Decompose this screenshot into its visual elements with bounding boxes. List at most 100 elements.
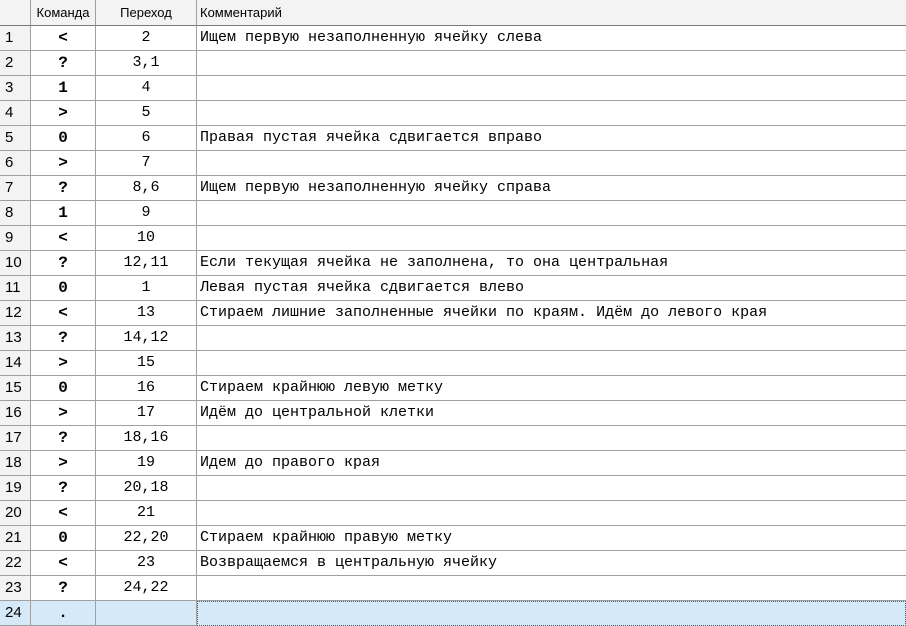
command-cell[interactable]: >: [31, 351, 96, 376]
command-cell[interactable]: 1: [31, 201, 96, 226]
jump-cell[interactable]: 7: [96, 151, 197, 176]
comment-cell[interactable]: Идем до правого края: [197, 451, 906, 476]
comment-cell[interactable]: Если текущая ячейка не заполнена, то она…: [197, 251, 906, 276]
jump-cell[interactable]: 22,20: [96, 526, 197, 551]
comment-cell[interactable]: Возвращаемся в центральную ячейку: [197, 551, 906, 576]
comment-cell[interactable]: Ищем первую незаполненную ячейку справа: [197, 176, 906, 201]
command-cell[interactable]: 0: [31, 276, 96, 301]
table-row[interactable]: 22 <23 Возвращаемся в центральную ячейку: [0, 551, 906, 576]
jump-cell[interactable]: 23: [96, 551, 197, 576]
comment-cell[interactable]: [197, 151, 906, 176]
table-row[interactable]: 7? 8,6 Ищем первую незаполненную ячейку сп…: [0, 176, 906, 201]
table-row[interactable]: 24.: [0, 601, 906, 626]
comment-cell[interactable]: [197, 101, 906, 126]
command-cell[interactable]: 0: [31, 126, 96, 151]
jump-cell[interactable]: 19: [96, 451, 197, 476]
comment-cell[interactable]: [197, 601, 906, 626]
comment-cell[interactable]: Ищем первую незаполненную ячейку слева: [197, 26, 906, 51]
jump-cell[interactable]: 8,6: [96, 176, 197, 201]
comment-cell[interactable]: Стираем лишние заполненные ячейки по кра…: [197, 301, 906, 326]
jump-cell[interactable]: 9: [96, 201, 197, 226]
table-row[interactable]: 1 <2 Ищем первую незаполненную ячейку слев…: [0, 26, 906, 51]
command-cell[interactable]: ?: [31, 576, 96, 601]
table-row[interactable]: 23? 24,22: [0, 576, 906, 601]
command-cell[interactable]: >: [31, 151, 96, 176]
command-cell[interactable]: >: [31, 401, 96, 426]
jump-cell[interactable]: 18,16: [96, 426, 197, 451]
command-cell[interactable]: <: [31, 26, 96, 51]
jump-cell[interactable]: 15: [96, 351, 197, 376]
comment-cell[interactable]: Левая пустая ячейка сдвигается влево: [197, 276, 906, 301]
table-row[interactable]: 12 <13 Стираем лишние заполненные ячейки п…: [0, 301, 906, 326]
comment-cell[interactable]: Идём до центральной клетки: [197, 401, 906, 426]
jump-cell[interactable]: 16: [96, 376, 197, 401]
command-cell[interactable]: .: [31, 601, 96, 626]
jump-cell[interactable]: 10: [96, 226, 197, 251]
comment-cell[interactable]: [197, 76, 906, 101]
table-row[interactable]: 18 >19 Идем до правого края: [0, 451, 906, 476]
jump-cell[interactable]: 12,11: [96, 251, 197, 276]
comment-cell[interactable]: [197, 576, 906, 601]
comment-cell[interactable]: Правая пустая ячейка сдвигается вправо: [197, 126, 906, 151]
command-cell[interactable]: ?: [31, 426, 96, 451]
table-row[interactable]: 819: [0, 201, 906, 226]
table-row[interactable]: 2? 3,1: [0, 51, 906, 76]
table-row[interactable]: 5 0 6 Правая пустая ячейка сдвигается вправ…: [0, 126, 906, 151]
command-column-header[interactable]: Команда: [31, 0, 96, 26]
program-table: Команда Переход Комментарий 1 <2 Ищем перв…: [0, 0, 906, 626]
jump-cell[interactable]: 4: [96, 76, 197, 101]
comment-cell[interactable]: [197, 501, 906, 526]
comment-cell[interactable]: [197, 426, 906, 451]
table-row[interactable]: 13? 14,12: [0, 326, 906, 351]
command-cell[interactable]: ?: [31, 176, 96, 201]
comment-cell[interactable]: [197, 476, 906, 501]
comment-cell[interactable]: [197, 201, 906, 226]
jump-cell[interactable]: 20,18: [96, 476, 197, 501]
command-cell[interactable]: ?: [31, 51, 96, 76]
jump-cell[interactable]: 6: [96, 126, 197, 151]
table-row[interactable]: 10? 12,11 Если текущая ячейка не заполнена…: [0, 251, 906, 276]
jump-cell[interactable]: 2: [96, 26, 197, 51]
command-cell[interactable]: <: [31, 551, 96, 576]
jump-cell[interactable]: 17: [96, 401, 197, 426]
jump-cell[interactable]: [96, 601, 197, 626]
jump-cell[interactable]: 21: [96, 501, 197, 526]
table-row[interactable]: 314: [0, 76, 906, 101]
comment-cell[interactable]: [197, 351, 906, 376]
comment-cell[interactable]: [197, 326, 906, 351]
jump-column-header[interactable]: Переход: [96, 0, 197, 26]
comment-cell[interactable]: [197, 51, 906, 76]
jump-cell[interactable]: 24,22: [96, 576, 197, 601]
comment-cell[interactable]: Стираем крайнюю правую метку: [197, 526, 906, 551]
command-cell[interactable]: >: [31, 101, 96, 126]
table-row[interactable]: 21 0 22,20 Стираем крайнюю правую метку: [0, 526, 906, 551]
command-cell[interactable]: ?: [31, 326, 96, 351]
jump-cell[interactable]: 13: [96, 301, 197, 326]
table-row[interactable]: 16 >17 Идём до центральной клетки: [0, 401, 906, 426]
jump-cell[interactable]: 14,12: [96, 326, 197, 351]
table-row[interactable]: 9 <10: [0, 226, 906, 251]
comment-cell[interactable]: [197, 226, 906, 251]
table-row[interactable]: 19? 20,18: [0, 476, 906, 501]
table-row[interactable]: 20 <21: [0, 501, 906, 526]
comment-cell[interactable]: Стираем крайнюю левую метку: [197, 376, 906, 401]
table-row[interactable]: 14 >15: [0, 351, 906, 376]
table-row[interactable]: 15 0 16 Стираем крайнюю левую метку: [0, 376, 906, 401]
table-row[interactable]: 11 0 1 Левая пустая ячейка сдвигается влево: [0, 276, 906, 301]
command-cell[interactable]: 1: [31, 76, 96, 101]
table-row[interactable]: 17? 18,16: [0, 426, 906, 451]
command-cell[interactable]: <: [31, 501, 96, 526]
command-cell[interactable]: 0: [31, 376, 96, 401]
command-cell[interactable]: <: [31, 301, 96, 326]
command-cell[interactable]: <: [31, 226, 96, 251]
jump-cell[interactable]: 5: [96, 101, 197, 126]
command-cell[interactable]: >: [31, 451, 96, 476]
command-cell[interactable]: ?: [31, 476, 96, 501]
command-cell[interactable]: 0: [31, 526, 96, 551]
table-row[interactable]: 4 >5: [0, 101, 906, 126]
comment-column-header[interactable]: Комментарий: [197, 0, 906, 26]
command-cell[interactable]: ?: [31, 251, 96, 276]
table-row[interactable]: 6 >7: [0, 151, 906, 176]
jump-cell[interactable]: 1: [96, 276, 197, 301]
jump-cell[interactable]: 3,1: [96, 51, 197, 76]
